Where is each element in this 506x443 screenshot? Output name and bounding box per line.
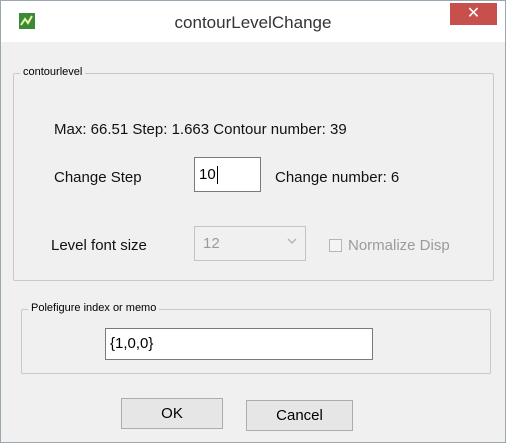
change-number-text: Change number: 6	[275, 169, 400, 186]
close-icon: ✕	[466, 5, 481, 22]
change-step-value: 10	[199, 166, 216, 183]
cancel-button[interactable]: Cancel	[246, 400, 353, 431]
title-bar: contourLevelChange ✕	[1, 1, 505, 42]
normalize-disp-checkbox[interactable]	[329, 239, 342, 252]
text-caret	[216, 166, 218, 185]
memo-group-label: Polefigure index or memo	[28, 302, 160, 314]
memo-input[interactable]: {1,0,0}	[105, 328, 373, 360]
normalize-disp-label: Normalize Disp	[348, 237, 450, 254]
level-font-size-value: 12	[203, 235, 220, 252]
contour-info-text: Max: 66.51 Step: 1.663 Contour number: 3…	[54, 121, 347, 138]
contourlevel-group-label: contourlevel	[20, 66, 86, 78]
dialog-window: contourLevelChange ✕ contourlevel Max: 6…	[0, 0, 506, 443]
close-button[interactable]: ✕	[450, 3, 497, 25]
level-font-size-label: Level font size	[51, 237, 147, 254]
change-step-label: Change Step	[54, 169, 142, 186]
ok-button-label: OK	[161, 405, 183, 422]
change-step-input[interactable]: 10	[194, 157, 261, 192]
chevron-down-icon	[287, 238, 297, 244]
memo-value: {1,0,0}	[110, 335, 154, 352]
cancel-button-label: Cancel	[276, 407, 323, 424]
ok-button[interactable]: OK	[121, 398, 223, 429]
level-font-size-select[interactable]: 12	[194, 226, 306, 261]
window-title: contourLevelChange	[174, 13, 332, 32]
